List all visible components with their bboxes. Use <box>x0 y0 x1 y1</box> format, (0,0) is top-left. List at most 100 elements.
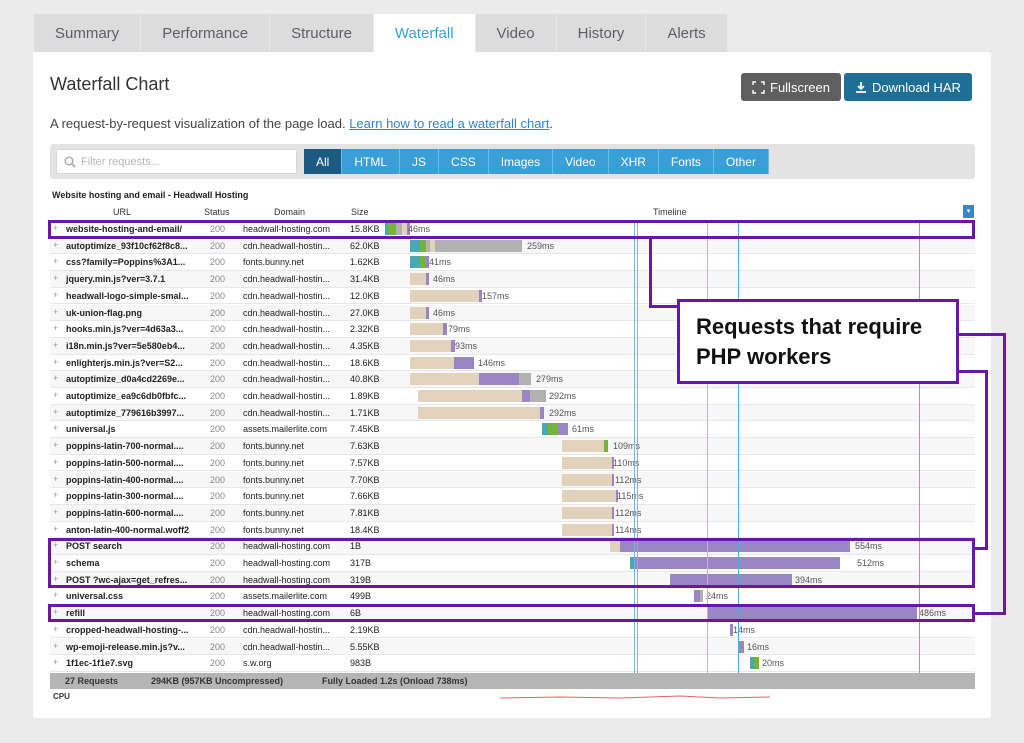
tab-alerts[interactable]: Alerts <box>646 14 728 52</box>
request-duration: 24ms <box>706 591 729 602</box>
request-size: 18.4KB <box>350 524 380 535</box>
filter-chip-xhr[interactable]: XHR <box>608 149 659 174</box>
tab-performance[interactable]: Performance <box>141 14 271 52</box>
fullscreen-button[interactable]: Fullscreen <box>741 73 841 101</box>
request-url: autoptimize_779616b3997... <box>66 407 185 418</box>
table-row[interactable]: + jquery.min.js?ver=3.7.1 200 cdn.headwall-… <box>50 271 975 288</box>
request-size: 2.32KB <box>350 324 380 335</box>
filter-chip-js[interactable]: JS <box>400 149 440 174</box>
request-status: 200 <box>210 524 226 535</box>
expand-icon[interactable]: + <box>53 457 58 467</box>
col-header-size[interactable]: Size <box>351 207 369 217</box>
tab-structure[interactable]: Structure <box>270 14 374 52</box>
expand-icon[interactable]: + <box>53 256 58 266</box>
request-size: 7.81KB <box>350 507 380 518</box>
expand-icon[interactable]: + <box>53 507 58 517</box>
expand-icon[interactable]: + <box>53 373 58 383</box>
expand-icon[interactable]: + <box>53 524 58 534</box>
expand-icon[interactable]: + <box>53 490 58 500</box>
request-size: 31.4KB <box>350 274 380 285</box>
expand-icon[interactable]: + <box>53 423 58 433</box>
download-icon <box>856 81 866 93</box>
filter-chip-all[interactable]: All <box>304 149 343 174</box>
table-row[interactable]: + poppins-latin-600-normal.... 200 fonts.bu… <box>50 504 975 522</box>
request-status: 200 <box>210 340 226 351</box>
expand-icon[interactable]: + <box>53 390 58 400</box>
request-size: 40.8KB <box>350 374 380 385</box>
request-size: 12.0KB <box>350 290 380 301</box>
expand-icon[interactable]: + <box>53 273 58 283</box>
expand-icon[interactable]: + <box>53 474 58 484</box>
timeline-bar-receive <box>443 323 447 336</box>
filter-chip-css[interactable]: CSS <box>439 149 489 174</box>
request-domain: cdn.headwall-hostin... <box>243 240 331 251</box>
table-row[interactable]: + cropped-headwall-hosting-... 200 cdn.head… <box>50 622 975 639</box>
filter-chip-fonts[interactable]: Fonts <box>658 149 714 174</box>
filter-chip-other[interactable]: Other <box>713 149 769 174</box>
search-box[interactable] <box>56 149 297 174</box>
table-row[interactable]: + poppins-latin-700-normal.... 200 fonts.bu… <box>50 438 975 455</box>
request-size: 1.71KB <box>350 407 380 418</box>
timeline-menu-icon[interactable]: ▾ <box>963 205 974 218</box>
table-row[interactable]: + autoptimize_779616b3997... 200 cdn.headwa… <box>50 404 975 422</box>
request-status: 200 <box>210 507 226 518</box>
search-input[interactable] <box>81 155 281 168</box>
request-url: poppins-latin-300-normal.... <box>66 491 184 502</box>
expand-icon[interactable]: + <box>53 590 58 600</box>
request-status: 200 <box>210 307 226 318</box>
request-domain: s.w.org <box>243 658 272 669</box>
filter-chip-html[interactable]: HTML <box>342 149 401 174</box>
tab-waterfall[interactable]: Waterfall <box>373 14 476 52</box>
tab-summary[interactable]: Summary <box>34 14 142 52</box>
expand-icon[interactable]: + <box>53 407 58 417</box>
table-row[interactable]: + universal.js 200 assets.mailerlite.com 7.4… <box>50 421 975 439</box>
tab-history[interactable]: History <box>556 14 647 52</box>
table-row[interactable]: + poppins-latin-400-normal.... 200 fonts.bu… <box>50 471 975 489</box>
expand-icon[interactable]: + <box>53 323 58 333</box>
expand-icon[interactable]: + <box>53 357 58 367</box>
filter-chip-images[interactable]: Images <box>488 149 554 174</box>
timeline-bar-receive <box>426 273 429 286</box>
request-domain: assets.mailerlite.com <box>243 424 328 435</box>
expand-icon[interactable]: + <box>53 340 58 350</box>
table-row[interactable]: + anton-latin-400-normal.woff2 200 fonts.bu… <box>50 522 975 539</box>
timeline-bar-receive <box>426 306 429 319</box>
request-duration: 157ms <box>482 290 510 301</box>
table-row[interactable]: + poppins-latin-300-normal.... 200 fonts.bu… <box>50 488 975 505</box>
table-row[interactable]: + autoptimize_93f10cf62f8c8... 200 cdn.head… <box>50 237 975 255</box>
table-row[interactable]: + css?family=Poppins%3A1... 200 fonts.bunny… <box>50 254 975 272</box>
table-row[interactable]: + universal.css 200 assets.mailerlite.com 49… <box>50 588 975 606</box>
timeline-bar-wait <box>410 339 451 352</box>
request-status: 200 <box>210 290 226 301</box>
expand-icon[interactable]: + <box>53 641 58 651</box>
col-header-url[interactable]: URL <box>113 207 131 217</box>
table-row[interactable]: +1f1ec-1f1e7.svg 200 s.w.org 983B 20ms <box>50 655 975 672</box>
connector-line <box>975 547 988 550</box>
filter-chip-video[interactable]: Video <box>553 149 609 174</box>
table-row[interactable]: + autoptimize_ea9c6db0fbfc... 200 cdn.headw… <box>50 388 975 405</box>
col-header-timeline[interactable]: Timeline <box>653 207 687 217</box>
table-row[interactable]: + poppins-latin-500-normal.... 200 fonts.bu… <box>50 455 975 472</box>
timeline-bar-receive <box>612 506 614 519</box>
search-icon <box>64 156 76 168</box>
download-har-button[interactable]: Download HAR <box>844 73 972 101</box>
page-title: Waterfall Chart <box>50 74 170 94</box>
tab-video[interactable]: Video <box>475 14 557 52</box>
expand-icon[interactable]: + <box>53 624 58 634</box>
learn-link[interactable]: Learn how to read a waterfall chart <box>349 116 549 131</box>
request-domain: assets.mailerlite.com <box>243 591 328 602</box>
table-row[interactable]: + wp-emoji-release.min.js?v... 200 cdn.head… <box>50 638 975 656</box>
expand-icon[interactable]: + <box>53 440 58 450</box>
expand-icon[interactable]: + <box>53 657 58 667</box>
request-duration: 109ms <box>613 441 641 452</box>
annotation-callout: Requests that require PHP workers <box>677 299 959 384</box>
timeline-bar-receive <box>522 390 530 402</box>
expand-icon[interactable]: + <box>53 307 58 317</box>
request-status: 200 <box>210 641 226 652</box>
request-status: 200 <box>210 240 226 251</box>
expand-icon[interactable]: + <box>53 240 58 250</box>
expand-icon[interactable]: + <box>53 290 58 300</box>
request-url: cropped-headwall-hosting-... <box>66 624 189 635</box>
col-header-status[interactable]: Status <box>204 207 230 217</box>
col-header-domain[interactable]: Domain <box>274 207 305 217</box>
